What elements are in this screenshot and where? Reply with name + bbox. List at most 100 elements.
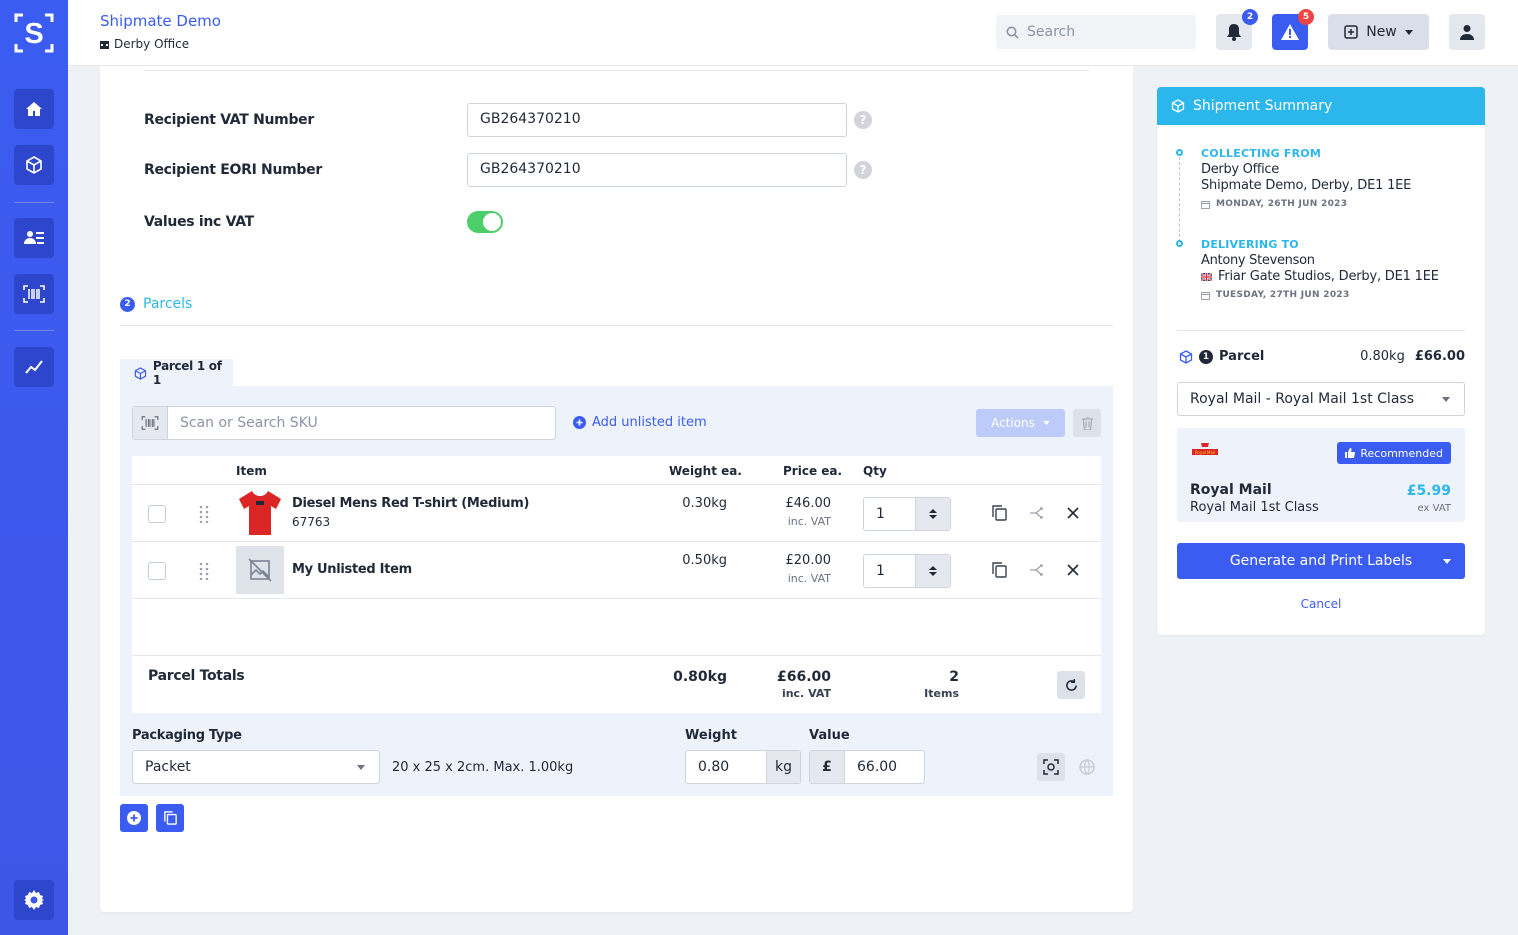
barcode-scan-icon[interactable] [133,407,168,439]
drag-handle-icon[interactable] [199,505,209,523]
copy-icon[interactable] [992,505,1007,521]
service-option-card[interactable]: Royal Mail Recommended Royal Mail Royal … [1177,428,1465,522]
duplicate-parcel-button[interactable] [156,804,184,832]
nav-contacts-icon[interactable] [14,218,54,258]
delivering-date-row: TUESDAY, 27TH JUN 2023 [1201,290,1439,300]
column-header-price: Price ea. [783,464,843,478]
svg-text:Royal Mail: Royal Mail [1195,450,1215,455]
packaging-type-select[interactable]: Packet [132,750,380,784]
table-row: My Unlisted Item 0.50kg £20.00 inc. VAT … [132,541,1101,598]
nav-reports-icon[interactable] [14,347,54,387]
vat-number-input[interactable]: GB264370210 [467,103,847,137]
service-name: Royal Mail 1st Class [1190,500,1319,515]
parcel-totals-label: Parcel Totals [148,668,245,684]
stepper-arrows-icon[interactable] [915,498,950,530]
stepper-arrows-icon[interactable] [915,555,950,587]
alerts-badge: 5 [1298,9,1314,25]
cancel-link[interactable]: Cancel [1177,597,1465,611]
parcel-price: £66.00 [1414,349,1465,364]
weight-input[interactable]: 0.80 kg [685,750,801,784]
recalculate-button[interactable] [1057,671,1085,699]
globe-icon [1079,759,1095,775]
values-inc-vat-toggle[interactable] [467,211,503,233]
remove-item-icon[interactable] [1067,564,1079,576]
app-title[interactable]: Shipmate Demo [100,12,221,30]
notifications-button[interactable]: 2 [1216,9,1258,50]
shipmate-logo-icon[interactable]: S [13,12,55,54]
timeline-line [1179,157,1180,242]
search-icon [1006,26,1019,39]
scan-dimensions-button[interactable] [1037,753,1065,781]
customs-globe-button[interactable] [1073,753,1101,781]
collecting-date: MONDAY, 26TH JUN 2023 [1216,199,1348,209]
bell-icon [1227,24,1241,41]
nav-shipments-icon[interactable] [14,145,54,185]
new-button[interactable]: New [1328,14,1429,50]
caret-down-icon[interactable] [1443,559,1451,564]
add-unlisted-label: Add unlisted item [592,415,707,430]
user-icon [1460,25,1474,40]
nav-home-icon[interactable] [14,89,54,129]
split-icon[interactable] [1030,507,1044,519]
parcel-label: Parcel [1219,349,1265,364]
box-icon [1171,99,1185,113]
service-select[interactable]: Royal Mail - Royal Mail 1st Class [1177,382,1465,416]
box-icon [134,366,147,380]
split-icon[interactable] [1030,564,1044,576]
total-item-count: 2 [949,669,959,685]
collecting-caption: COLLECTING FROM [1201,147,1321,160]
plus-square-icon [1344,25,1358,39]
parcel-summary-values: 0.80kg £66.00 [1360,349,1465,364]
column-header-item: Item [236,464,267,478]
plus-circle-icon [127,811,141,825]
value-input[interactable]: £ 66.00 [809,750,925,784]
add-parcel-button[interactable] [120,804,148,832]
add-unlisted-item-link[interactable]: Add unlisted item [573,415,707,430]
table-row: Diesel Mens Red T-shirt (Medium) 67763 0… [132,484,1101,541]
generate-labels-button[interactable]: Generate and Print Labels [1177,543,1465,579]
actions-dropdown[interactable]: Actions [976,409,1065,437]
remove-item-icon[interactable] [1067,507,1079,519]
office-icon [100,40,109,49]
quantity-stepper[interactable]: 1 [863,497,951,531]
quantity-stepper[interactable]: 1 [863,554,951,588]
delete-parcel-button[interactable] [1073,409,1101,437]
item-weight: 0.50kg [682,553,727,568]
row-checkbox[interactable] [148,562,166,580]
recommended-label: Recommended [1360,446,1443,460]
sku-search-field[interactable]: Scan or Search SKU [132,406,556,440]
row-checkbox[interactable] [148,505,166,523]
alerts-button[interactable]: 5 [1272,9,1314,50]
search-input[interactable]: Search [996,15,1196,49]
total-items-label: Items [924,687,959,700]
eori-number-input[interactable]: GB264370210 [467,153,847,187]
notifications-badge: 2 [1242,9,1258,25]
topbar: Shipmate Demo Derby Office Search 2 5 Ne… [68,0,1518,66]
drag-handle-icon[interactable] [199,562,209,580]
caret-down-icon [1442,397,1450,402]
nav-barcode-icon[interactable] [14,274,54,314]
parcel-card: Scan or Search SKU Add unlisted item Act… [120,386,1113,796]
copy-icon[interactable] [992,562,1007,578]
nav-settings-icon[interactable] [14,880,54,920]
summary-header: Shipment Summary [1157,87,1485,125]
collecting-address: Shipmate Demo, Derby, DE1 1EE [1201,178,1412,193]
user-menu-button[interactable] [1449,14,1485,50]
copy-icon [163,811,177,825]
timeline-dot [1176,240,1183,247]
help-icon[interactable]: ? [854,161,872,179]
delivering-address: Friar Gate Studios, Derby, DE1 1EE [1218,269,1439,284]
help-icon[interactable]: ? [854,111,872,129]
recommended-badge: Recommended [1337,442,1451,464]
tab-label: Parcel 1 of 1 [152,359,222,387]
actions-label: Actions [991,416,1035,430]
divider [144,70,1089,71]
delivering-caption: DELIVERING TO [1201,238,1299,251]
divider [120,325,1113,326]
weight-unit: kg [766,751,800,783]
tab-parcel-1[interactable]: Parcel 1 of 1 [120,359,233,387]
office-selector[interactable]: Derby Office [100,37,189,51]
value-amount: 66.00 [857,759,898,775]
quantity-value: 1 [876,506,885,522]
divider [1177,330,1465,331]
